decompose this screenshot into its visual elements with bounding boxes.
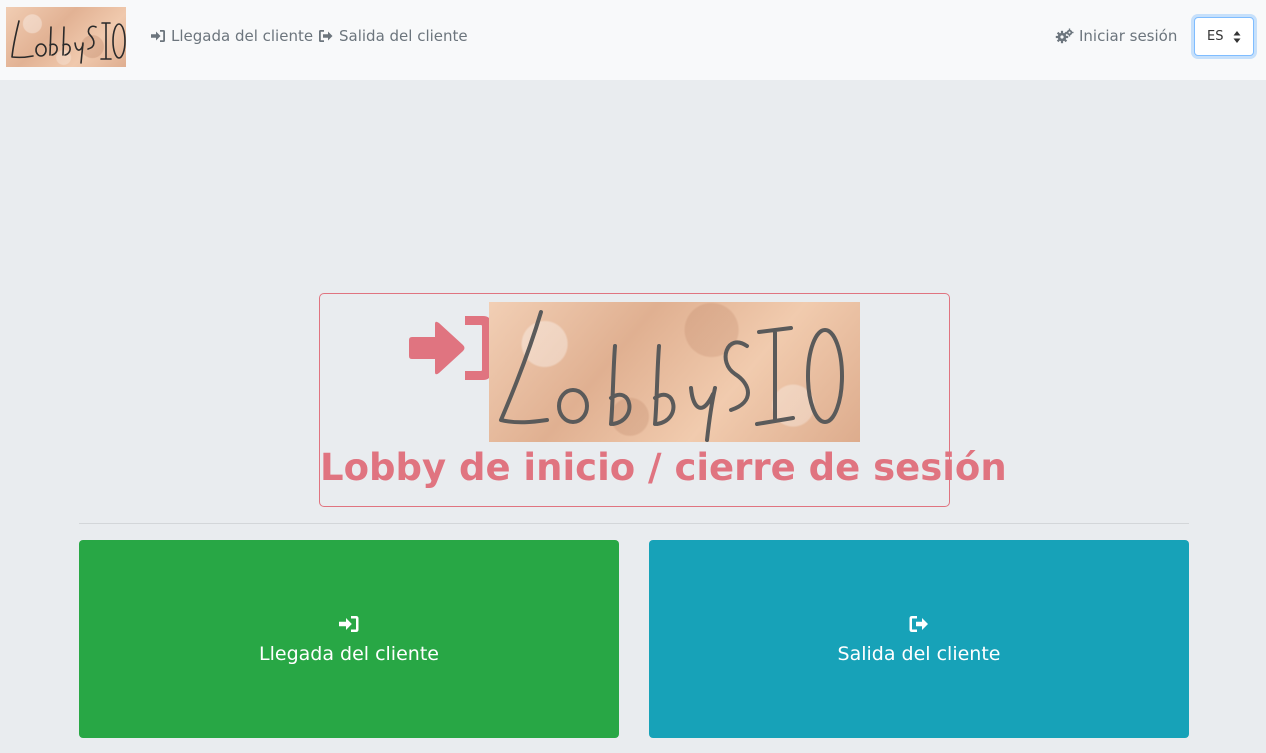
nav-link-arrival-label: Llegada del cliente — [171, 27, 314, 45]
handwritten-logo-graphic — [11, 20, 126, 64]
language-select[interactable]: ES — [1194, 17, 1254, 56]
brand-logo[interactable] — [6, 7, 126, 67]
nav-link-login[interactable]: Iniciar sesión — [1055, 27, 1177, 45]
sign-in-icon — [339, 616, 359, 632]
nav-link-login-label: Iniciar sesión — [1079, 27, 1178, 45]
customer-arrival-label: Llegada del cliente — [259, 643, 439, 665]
nav-link-arrival[interactable]: Llegada del cliente — [150, 27, 313, 45]
nav-link-departure-label: Salida del cliente — [339, 27, 468, 45]
divider — [79, 523, 1189, 524]
hero-panel: Lobby de inicio / cierre de sesión — [319, 293, 1007, 507]
hero-logo — [489, 302, 860, 442]
navbar: Llegada del cliente Salida del cliente I… — [0, 0, 1266, 80]
customer-arrival-button[interactable]: Llegada del cliente — [79, 540, 619, 738]
sort-caret-icon — [1233, 31, 1241, 43]
nav-link-departure[interactable]: Salida del cliente — [318, 27, 468, 45]
sign-in-icon — [151, 30, 165, 42]
sign-out-icon — [319, 30, 333, 42]
language-select-value: ES — [1207, 29, 1224, 44]
hero-title: Lobby de inicio / cierre de sesión — [320, 446, 1007, 489]
customer-departure-button[interactable]: Salida del cliente — [649, 540, 1189, 738]
handwritten-logo-graphic — [499, 310, 844, 442]
customer-departure-label: Salida del cliente — [837, 643, 1001, 665]
sign-out-icon — [909, 616, 928, 632]
gears-icon — [1055, 28, 1074, 44]
sign-in-icon — [409, 316, 491, 380]
